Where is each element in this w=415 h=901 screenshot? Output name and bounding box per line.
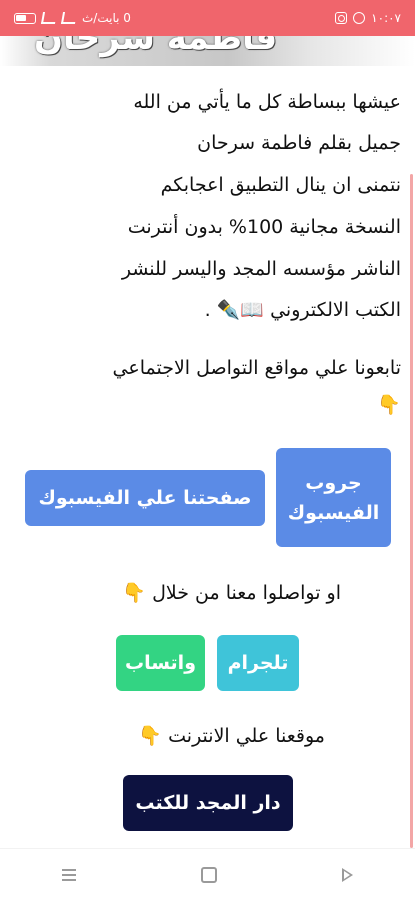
network-speed: 0 بايت/ث xyxy=(82,11,131,25)
facebook-page-button[interactable]: صفحتنا علي الفيسبوك xyxy=(25,470,265,526)
website-button[interactable]: دار المجد للكتب xyxy=(123,775,293,831)
scrollbar[interactable] xyxy=(410,174,413,848)
status-time: ١٠:٠٧ xyxy=(371,11,401,25)
status-bar-left: 0 بايت/ث xyxy=(14,11,131,25)
description-line-6: الكتب الالكتروني 📖✒️ . xyxy=(204,299,401,321)
system-nav-bar xyxy=(0,848,415,901)
back-icon[interactable] xyxy=(341,868,353,882)
status-bar-right: ١٠:٠٧ xyxy=(335,11,401,25)
social-prompt: تابعونا علي مواقع التواصل الاجتماعي xyxy=(112,357,401,379)
description-line-4: النسخة مجانية 100% بدون أنترنت xyxy=(127,216,401,238)
signal-icon-2 xyxy=(60,12,78,24)
status-bar: 0 بايت/ث ١٠:٠٧ xyxy=(0,0,415,36)
facebook-group-button[interactable]: جروب الفيسبوك xyxy=(276,448,391,547)
messenger-icon xyxy=(353,12,366,24)
description-line-3: نتمنى ان ينال التطبيق اعجابكم xyxy=(160,174,401,196)
header-image-title: فاطمة سرحان xyxy=(34,36,278,58)
whatsapp-button[interactable]: واتساب xyxy=(116,635,205,691)
recent-apps-icon[interactable] xyxy=(62,869,77,881)
description-line-5: الناشر مؤسسه المجد واليسر للنشر xyxy=(121,258,401,280)
home-icon[interactable] xyxy=(200,867,217,883)
telegram-button[interactable]: تلجرام xyxy=(217,635,299,691)
header-image: فاطمة سرحان xyxy=(0,36,415,66)
battery-icon xyxy=(14,12,36,24)
website-prompt: موقعنا علي الانترنت 👇 xyxy=(138,725,325,747)
instagram-icon xyxy=(335,12,348,24)
description-line-1: عيشها ببساطة كل ما يأتي من الله xyxy=(133,91,401,113)
contact-prompt: او تواصلوا معنا من خلال 👇 xyxy=(122,582,341,604)
description-line-2: جميل بقلم فاطمة سرحان xyxy=(197,132,401,154)
signal-icon xyxy=(40,12,58,24)
social-prompt-emoji: 👇 xyxy=(377,394,401,416)
